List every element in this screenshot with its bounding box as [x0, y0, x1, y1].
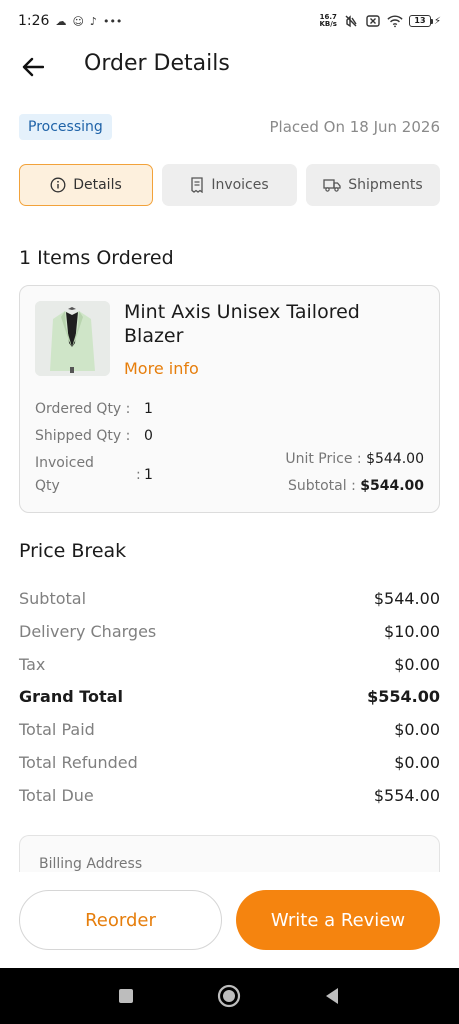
shipped-qty-label: Shipped Qty : — [35, 428, 131, 444]
price-row-subtotal: Subtotal $544.00 — [19, 589, 440, 608]
net-speed: 16.7 KB/s — [319, 13, 337, 28]
price-row-total-paid: Total Paid $0.00 — [19, 720, 440, 739]
order-status-row: Processing Placed On 18 Jun 2026 — [19, 112, 440, 141]
status-bar: 1:26 ☁ ☺ ♪ ••• 16.7 KB/s 13 ⚡ — [0, 0, 459, 42]
sim-x-icon — [365, 14, 381, 28]
item-subtotal-value: $544.00 — [360, 478, 424, 494]
unit-price-label: Unit Price : — [285, 451, 362, 467]
wifi-icon — [387, 14, 403, 28]
invoiced-qty-value: 1 — [144, 467, 153, 483]
order-tabs: Details Invoices Shipments — [19, 164, 440, 206]
unit-price-value: $544.00 — [366, 451, 424, 467]
price-value: $10.00 — [384, 622, 440, 641]
back-button[interactable] — [18, 53, 48, 81]
price-label: Total Due — [19, 786, 94, 805]
unit-price-line: Unit Price : $544.00 — [285, 451, 424, 467]
home-button[interactable] — [217, 984, 241, 1008]
price-value: $0.00 — [394, 720, 440, 739]
price-value: $0.00 — [394, 655, 440, 674]
tiktok-icon: ♪ — [89, 14, 97, 28]
price-row-total-due: Total Due $554.00 — [19, 786, 440, 805]
items-ordered-title: 1 Items Ordered — [19, 247, 174, 269]
price-label: Total Refunded — [19, 753, 138, 772]
face-icon: ☺ — [72, 14, 84, 28]
reorder-button[interactable]: Reorder — [19, 890, 222, 950]
product-thumbnail[interactable] — [35, 301, 110, 376]
invoiced-qty-label-line2: Qty — [35, 478, 60, 494]
price-value: $544.00 — [373, 589, 440, 608]
receipt-icon — [191, 177, 203, 193]
price-row-total-refunded: Total Refunded $0.00 — [19, 753, 440, 772]
app-header: Order Details — [0, 42, 459, 92]
tab-invoices-label: Invoices — [211, 177, 269, 193]
info-icon — [50, 177, 66, 193]
price-label: Tax — [19, 655, 46, 674]
price-row-tax: Tax $0.00 — [19, 655, 440, 674]
price-label: Delivery Charges — [19, 622, 157, 641]
square-icon — [119, 989, 133, 1003]
mute-icon — [343, 14, 359, 28]
recents-button[interactable] — [114, 984, 138, 1008]
price-value: $554.00 — [373, 786, 440, 805]
price-break-title: Price Break — [19, 540, 127, 562]
more-dots-icon: ••• — [102, 14, 123, 28]
price-value: $0.00 — [394, 753, 440, 772]
triangle-back-icon — [326, 988, 338, 1004]
invoiced-qty-separator: : — [136, 467, 141, 483]
battery-icon: 13 ⚡ — [408, 15, 441, 27]
tab-details-label: Details — [73, 177, 122, 193]
placed-on-date: Placed On 18 Jun 2026 — [269, 117, 441, 136]
invoiced-qty-label-line1: Invoiced — [35, 455, 94, 471]
tab-shipments[interactable]: Shipments — [306, 164, 440, 206]
blazer-image — [35, 301, 110, 376]
write-review-button[interactable]: Write a Review — [236, 890, 440, 950]
ordered-qty-label: Ordered Qty : — [35, 401, 131, 417]
price-row-delivery: Delivery Charges $10.00 — [19, 622, 440, 641]
status-badge: Processing — [19, 113, 112, 140]
status-time: 1:26 — [18, 13, 50, 29]
action-footer: Reorder Write a Review — [0, 872, 459, 968]
price-row-grand-total: Grand Total $554.00 — [19, 687, 440, 706]
product-name: Mint Axis Unisex Tailored Blazer — [124, 301, 360, 347]
arrow-left-icon — [22, 57, 44, 77]
order-item-card: Mint Axis Unisex Tailored Blazer More in… — [19, 285, 440, 513]
item-subtotal-label: Subtotal : — [287, 478, 356, 494]
tab-details[interactable]: Details — [19, 164, 153, 206]
item-subtotal-line: Subtotal : $544.00 — [288, 478, 424, 494]
ordered-qty-value: 1 — [144, 401, 153, 417]
home-circle-icon — [217, 984, 241, 1008]
price-label: Subtotal — [19, 589, 87, 608]
price-label: Grand Total — [19, 687, 123, 706]
tab-invoices[interactable]: Invoices — [162, 164, 297, 206]
charging-icon: ⚡ — [433, 15, 441, 27]
shipped-qty-value: 0 — [144, 428, 153, 444]
page-title: Order Details — [84, 51, 230, 76]
price-value: $554.00 — [367, 687, 440, 706]
tab-shipments-label: Shipments — [348, 177, 423, 193]
price-label: Total Paid — [19, 720, 95, 739]
system-nav-bar — [0, 968, 459, 1024]
back-nav-button[interactable] — [320, 984, 344, 1008]
billing-address-title: Billing Address — [39, 856, 143, 872]
truck-icon — [323, 179, 341, 192]
cloud-icon: ☁ — [55, 14, 67, 28]
more-info-link[interactable]: More info — [124, 359, 199, 378]
